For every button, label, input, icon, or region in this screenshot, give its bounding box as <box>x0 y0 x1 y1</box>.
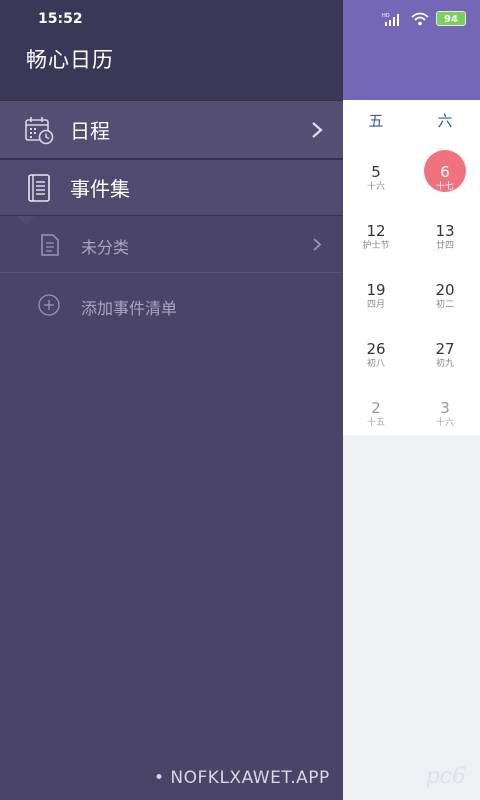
wifi-icon <box>411 12 429 25</box>
day-number: 6 <box>440 163 450 181</box>
menu-item-event-sets[interactable]: 事件集 <box>0 159 343 216</box>
calendar-day[interactable]: 19 四月 <box>354 281 398 311</box>
calendar-day-next-month[interactable]: 3 十六 <box>423 399 467 429</box>
status-icons: HD 94 <box>382 11 466 26</box>
calendar-grid <box>343 100 480 435</box>
notebook-icon <box>28 173 50 202</box>
chevron-right-icon <box>313 238 322 251</box>
menu-item-schedule[interactable]: 日程 <box>0 100 343 159</box>
day-number: 19 <box>366 281 386 299</box>
day-number: 2 <box>371 399 381 417</box>
app-title: 畅心日历 <box>26 48 114 72</box>
status-time: 15:52 <box>38 11 83 27</box>
weekday-friday: 五 <box>368 112 384 130</box>
day-number: 26 <box>366 340 386 358</box>
day-number: 12 <box>366 222 386 240</box>
calendar-day-today[interactable]: 6 十七 <box>423 163 467 193</box>
day-lunar: 廿四 <box>435 241 454 251</box>
day-number: 3 <box>440 399 450 417</box>
day-number: 27 <box>435 340 455 358</box>
watermark-text: • NOFKLXAWET.APP <box>154 768 330 788</box>
weekday-saturday: 六 <box>437 112 453 130</box>
calendar-clock-icon <box>25 116 54 144</box>
list-item-label: 未分类 <box>81 238 130 257</box>
add-event-list-button[interactable]: 添加事件清单 <box>0 274 343 334</box>
day-lunar: 十七 <box>435 182 454 192</box>
day-lunar: 十五 <box>366 418 385 428</box>
menu-item-label: 日程 <box>70 119 110 143</box>
day-lunar: 护士节 <box>362 241 390 251</box>
day-number: 5 <box>371 163 381 181</box>
navigation-drawer: 畅心日历 日程 事件集 未分类 添加事件清单 • NOFKLXAWET.APP <box>0 0 343 800</box>
calendar-day[interactable]: 5 十六 <box>354 163 398 193</box>
status-bar: 15:52 HD 94 <box>0 0 480 40</box>
signal-icon: HD <box>382 13 399 26</box>
chevron-right-icon <box>312 121 323 138</box>
day-lunar: 初八 <box>366 359 385 369</box>
calendar-day[interactable]: 26 初八 <box>354 340 398 370</box>
day-lunar: 初九 <box>435 359 454 369</box>
day-lunar: 初二 <box>435 300 454 310</box>
day-lunar: 十六 <box>366 182 385 192</box>
plus-circle-icon <box>38 294 60 316</box>
calendar-day-next-month[interactable]: 2 十五 <box>354 399 398 429</box>
add-list-label: 添加事件清单 <box>81 299 178 318</box>
document-icon <box>41 234 59 256</box>
calendar-day[interactable]: 20 初二 <box>423 281 467 311</box>
calendar-day[interactable]: 27 初九 <box>423 340 467 370</box>
menu-item-label: 事件集 <box>70 177 130 201</box>
list-item-uncategorized[interactable]: 未分类 <box>0 217 343 273</box>
site-logo: pc6 <box>425 764 466 789</box>
hd-label: HD <box>382 13 390 19</box>
calendar-empty-area <box>343 435 480 800</box>
day-lunar: 十六 <box>435 418 454 428</box>
day-number: 20 <box>435 281 455 299</box>
battery-icon: 94 <box>436 11 466 26</box>
day-number: 13 <box>435 222 455 240</box>
day-lunar: 四月 <box>366 300 385 310</box>
calendar-day[interactable]: 12 护士节 <box>354 222 398 252</box>
calendar-day[interactable]: 13 廿四 <box>423 222 467 252</box>
